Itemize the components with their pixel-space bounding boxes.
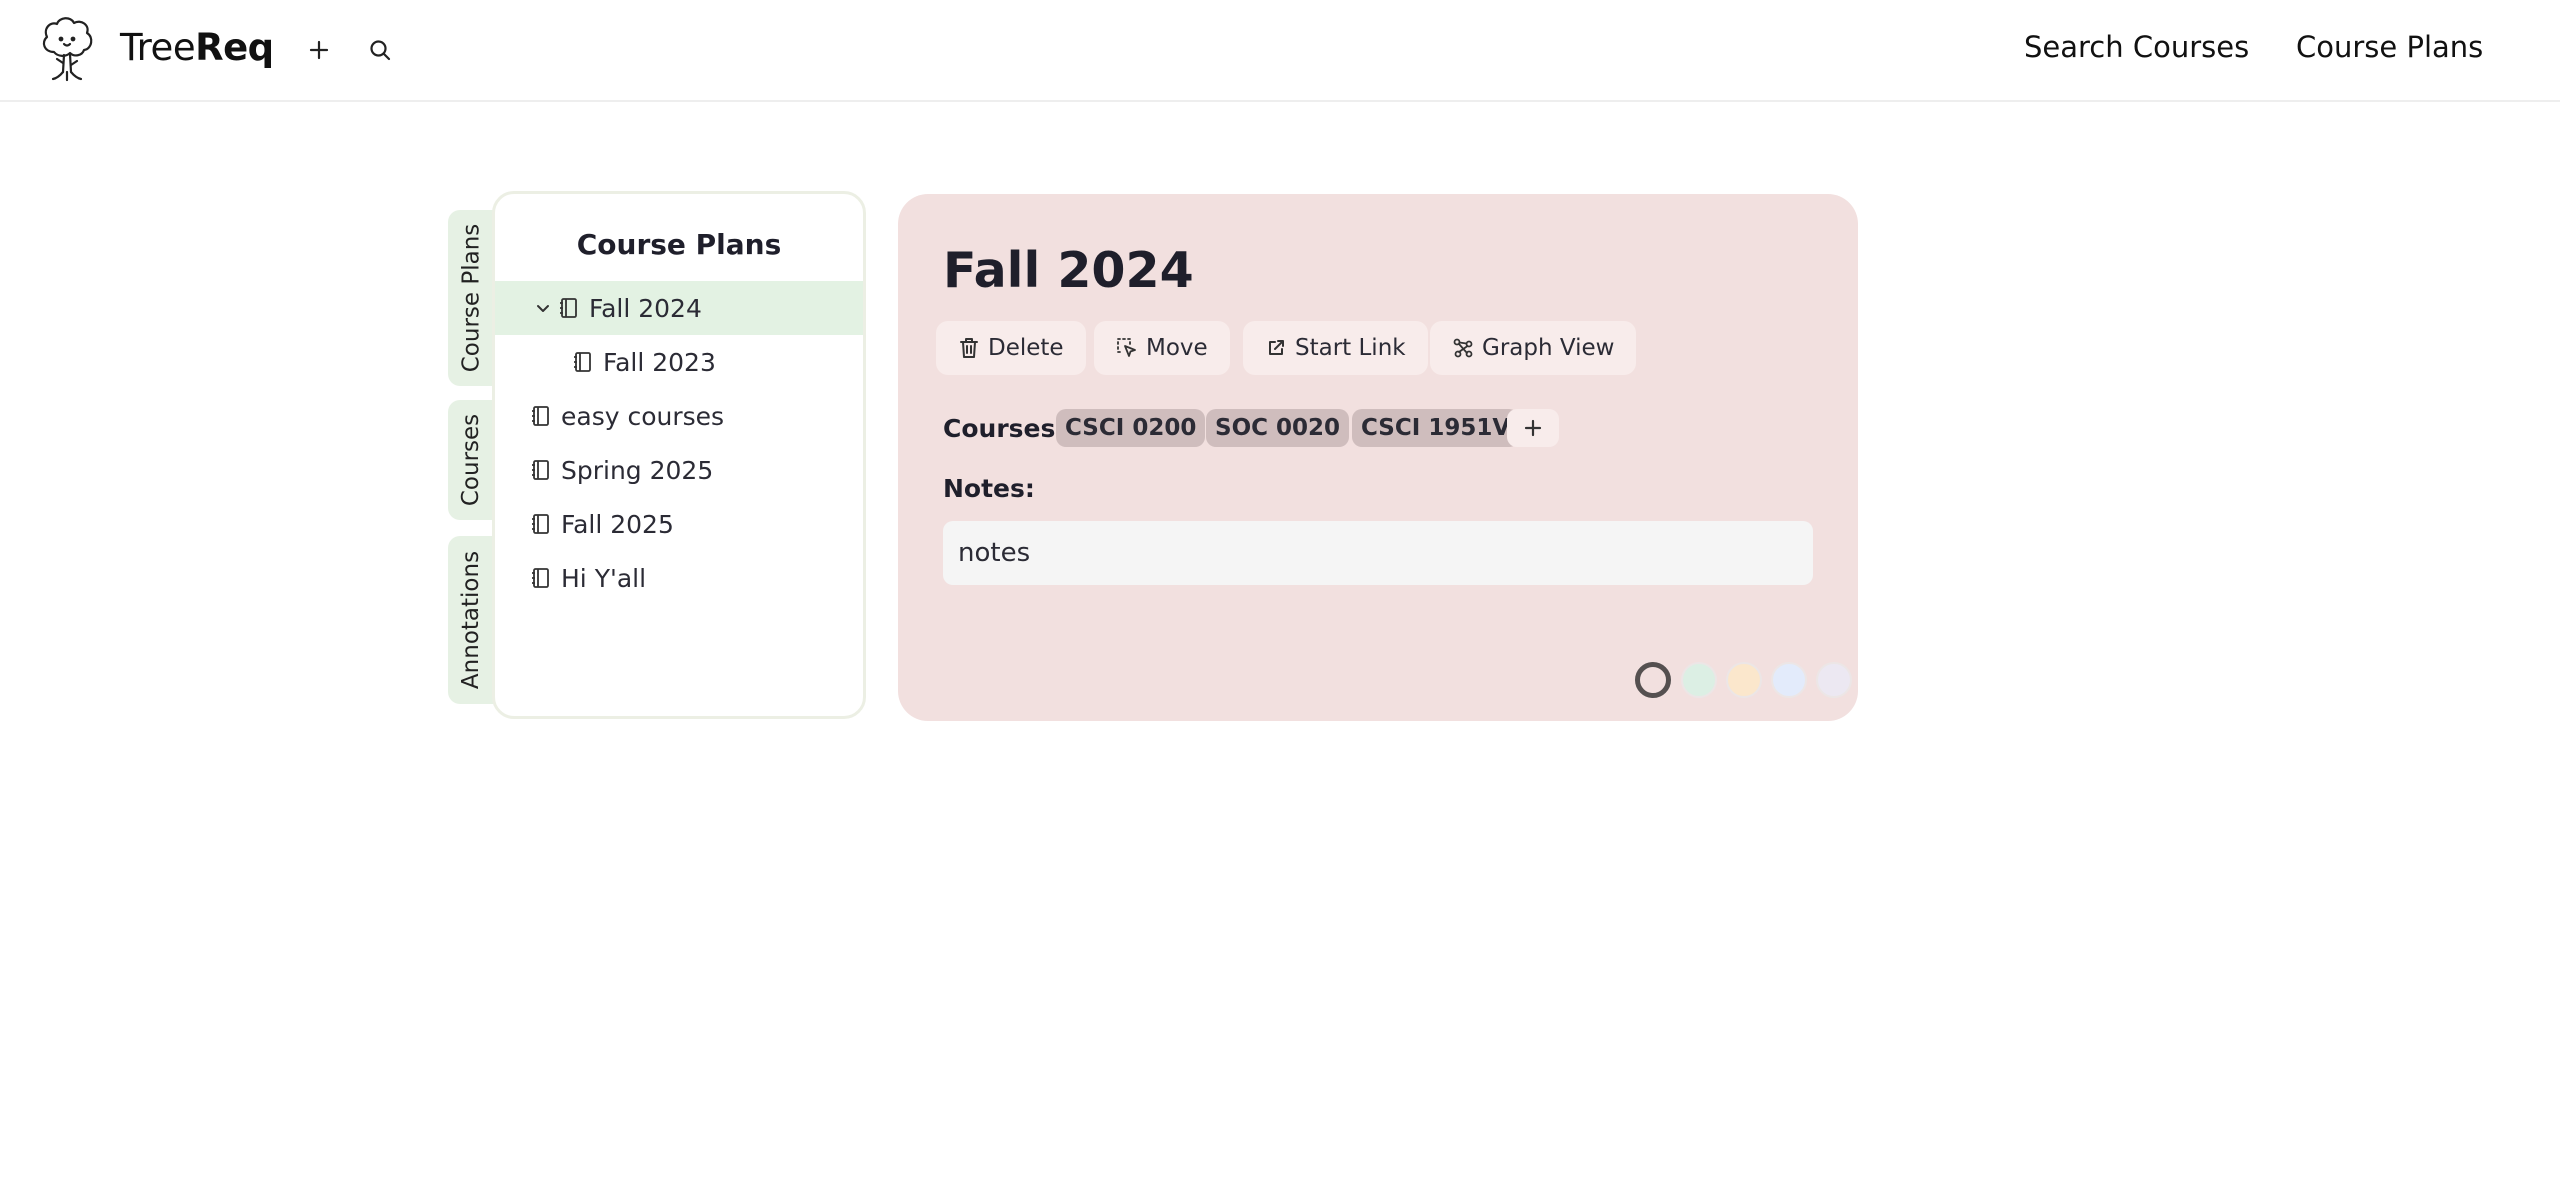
- move-select-icon: [1116, 337, 1138, 359]
- add-plan-button[interactable]: [299, 30, 339, 70]
- search-icon: [370, 40, 391, 61]
- search-button[interactable]: [360, 30, 400, 70]
- move-button[interactable]: Move: [1094, 321, 1230, 375]
- tab-courses-label: Courses: [458, 413, 484, 507]
- color-swatch[interactable]: [1771, 662, 1807, 698]
- plan-item-easy-courses[interactable]: easy courses: [495, 389, 863, 443]
- notebook-icon: [529, 403, 553, 429]
- graph-view-button[interactable]: Graph View: [1430, 321, 1637, 375]
- course-chip[interactable]: SOC 0020: [1206, 409, 1350, 447]
- course-chip[interactable]: CSCI 0200: [1056, 409, 1206, 447]
- tab-course-plans[interactable]: Course Plans: [448, 210, 494, 386]
- course-plans-title: Course Plans: [576, 228, 782, 261]
- plus-icon: [309, 40, 329, 60]
- top-navbar: TreeReq Search Courses Course Plans: [0, 0, 2560, 102]
- courses-label: Courses:: [943, 414, 1066, 443]
- color-swatch[interactable]: [1681, 662, 1717, 698]
- delete-button[interactable]: Delete: [936, 321, 1086, 375]
- plan-item-label: Hi Y'all: [561, 563, 647, 593]
- plan-detail-card: Fall 2024 Delete Move Start Link Graph V…: [898, 194, 1858, 721]
- brand-name[interactable]: TreeReq: [120, 26, 274, 69]
- notes-field[interactable]: notes: [943, 521, 1813, 585]
- tab-course-plans-label: Course Plans: [458, 223, 484, 373]
- notes-label: Notes:: [943, 474, 1035, 503]
- notebook-icon: [529, 565, 553, 591]
- tab-courses[interactable]: Courses: [448, 400, 494, 520]
- brand-name-light: Tree: [120, 26, 196, 69]
- brand-name-bold: Req: [195, 26, 274, 69]
- start-link-button-label: Start Link: [1295, 335, 1406, 361]
- tab-annotations-label: Annotations: [458, 550, 484, 690]
- trash-icon: [958, 337, 980, 359]
- color-swatch[interactable]: [1816, 662, 1852, 698]
- plan-item-label: Spring 2025: [561, 455, 714, 485]
- tree-logo-icon[interactable]: [38, 16, 96, 84]
- start-link-button[interactable]: Start Link: [1243, 321, 1428, 375]
- color-swatch[interactable]: [1726, 662, 1762, 698]
- plus-icon: [1524, 419, 1542, 437]
- plan-item-hi-yall[interactable]: Hi Y'all: [495, 551, 863, 605]
- notebook-icon: [529, 457, 553, 483]
- course-chip[interactable]: CSCI 1951V: [1352, 409, 1520, 447]
- plan-title[interactable]: Fall 2024: [943, 242, 1194, 299]
- plan-item-spring-2025[interactable]: Spring 2025: [495, 443, 863, 497]
- plan-item-label: Fall 2024: [589, 293, 702, 323]
- nav-link-course-plans[interactable]: Course Plans: [2296, 30, 2483, 64]
- graph-icon: [1452, 337, 1474, 359]
- notebook-icon: [529, 511, 553, 537]
- nav-link-search-courses[interactable]: Search Courses: [2024, 30, 2249, 64]
- plan-item-label: Fall 2025: [561, 509, 674, 539]
- graph-view-button-label: Graph View: [1482, 335, 1615, 361]
- course-plans-panel: Course Plans Fall 2024 Fall 2023 easy co…: [492, 191, 866, 719]
- plan-item-fall-2025[interactable]: Fall 2025: [495, 497, 863, 551]
- plan-item-label: Fall 2023: [603, 347, 716, 377]
- notebook-icon: [557, 295, 581, 321]
- external-link-icon: [1265, 337, 1287, 359]
- color-swatch[interactable]: [1635, 662, 1671, 698]
- plan-item-fall-2024[interactable]: Fall 2024: [495, 281, 863, 335]
- plan-item-fall-2023[interactable]: Fall 2023: [495, 335, 863, 389]
- tab-annotations[interactable]: Annotations: [448, 536, 494, 704]
- delete-button-label: Delete: [988, 335, 1064, 361]
- move-button-label: Move: [1146, 335, 1208, 361]
- add-course-button[interactable]: [1507, 409, 1559, 447]
- notebook-icon: [571, 349, 595, 375]
- chevron-down-icon[interactable]: [529, 300, 557, 316]
- plan-item-label: easy courses: [561, 401, 725, 431]
